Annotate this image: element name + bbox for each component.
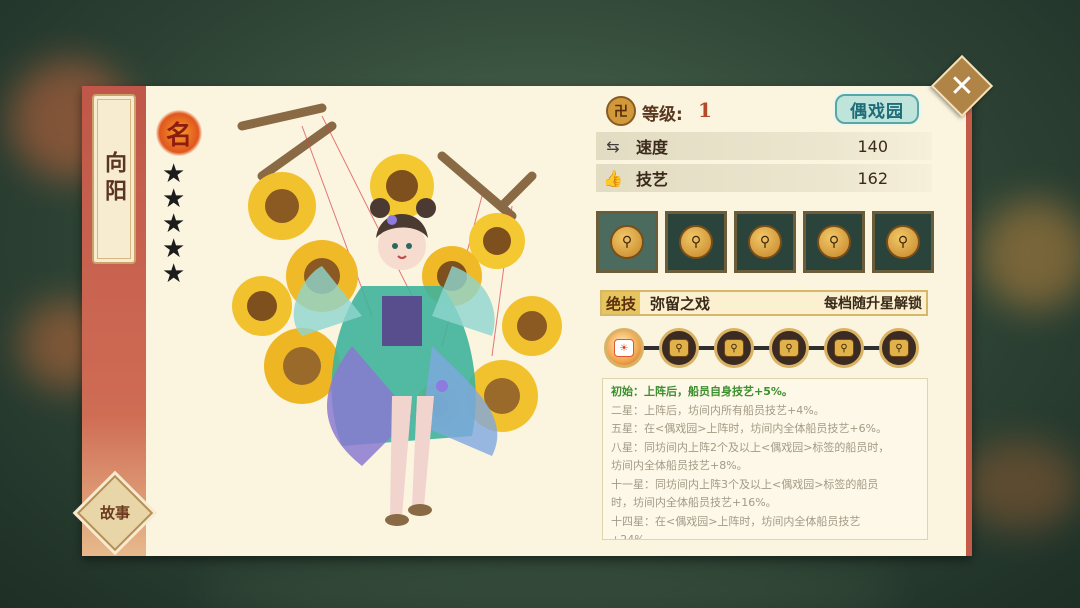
troupe-button[interactable]: 偶戏园 — [835, 94, 919, 124]
stat-value: 140 — [857, 136, 888, 156]
arrows-speed-icon: ⇆ — [606, 136, 620, 156]
skill-description-box: 初始：上阵后，船员自身技艺+5%。二星：上阵后，坊间内所有船员技艺+4%。五星：… — [602, 378, 928, 540]
description-line: 坊间内全体船员技艺+8%。 — [611, 459, 748, 472]
star-icon: ★ — [162, 259, 186, 289]
skill-slots: ⚲ ⚲ ⚲ ⚲ ⚲ — [596, 211, 936, 275]
skill-slot[interactable]: ⚲ — [665, 211, 727, 273]
star-upgrade-track: ☀ ⚲ ⚲ ⚲ ⚲ ⚲ — [604, 326, 924, 370]
description-line: +24%。 — [611, 533, 656, 540]
lock-icon: ⚲ — [748, 225, 782, 259]
stat-value: 162 — [857, 168, 888, 188]
ultimate-name: 弥留之戏 — [650, 294, 711, 313]
lock-icon: ⚲ — [779, 339, 799, 357]
description-line: 十四星：在<偶戏园>上阵时，坊间内全体船员技艺 — [611, 514, 861, 528]
story-button-label[interactable]: 故事 — [90, 488, 140, 538]
lock-icon: ⚲ — [610, 225, 644, 259]
stat-row-speed: ⇆ 速度 140 — [596, 132, 932, 160]
star-node[interactable]: ⚲ — [824, 328, 864, 368]
skill-slot[interactable]: ⚲ — [734, 211, 796, 273]
level-label: 等级: — [642, 105, 683, 125]
description-line: 初始：上阵后，船员自身技艺+5%。 — [611, 385, 793, 398]
star-rating: ★ ★ ★ ★ ★ — [162, 161, 192, 289]
star-node[interactable]: ⚲ — [714, 328, 754, 368]
character-illustration — [232, 103, 562, 526]
character-name: 向阳 — [101, 151, 127, 207]
right-rail — [966, 86, 972, 556]
description-line: 八星：同坊间内上阵2个及以上<偶戏园>标签的船员时， — [611, 440, 890, 454]
character-name-tag: 向阳 — [92, 94, 136, 264]
star-node[interactable]: ⚲ — [879, 328, 919, 368]
skill-slot[interactable]: ⚲ — [872, 211, 934, 273]
stat-label: 速度 — [636, 138, 669, 157]
lock-icon: ⚲ — [679, 225, 713, 259]
close-icon[interactable]: ✕ — [940, 64, 984, 108]
description-line: 二星：上阵后，坊间内所有船员技艺+4%。 — [611, 403, 825, 417]
skill-slot[interactable]: ⚲ — [596, 211, 658, 273]
level-icon: 卍 — [606, 96, 636, 126]
description-line: 五星：在<偶戏园>上阵时，坊间内全体船员技艺+6%。 — [611, 422, 888, 435]
description-line: 十一星：同坊间内上阵3个及以上<偶戏园>标签的船员 — [611, 477, 879, 491]
thumbs-up-icon: 👍 — [603, 168, 623, 188]
ultimate-skill-bar: 绝技 弥留之戏 每档随升星解锁 — [600, 290, 928, 316]
lock-icon: ⚲ — [724, 339, 744, 357]
unlocked-icon: ☀ — [614, 339, 634, 357]
star-node[interactable]: ⚲ — [659, 328, 699, 368]
star-node[interactable]: ⚲ — [769, 328, 809, 368]
star-node[interactable]: ☀ — [604, 328, 644, 368]
lock-icon: ⚲ — [889, 339, 909, 357]
background-blur — [980, 200, 1080, 310]
stat-row-skill: 👍 技艺 162 — [596, 164, 932, 192]
level-value: 1 — [698, 98, 712, 122]
skill-slot[interactable]: ⚲ — [803, 211, 865, 273]
ultimate-tag: 绝技 — [602, 292, 641, 314]
character-detail-panel: 向阳 故事 名 ★ ★ ★ ★ ★ 卍 等级: 1 偶戏园 ⇆ 速度 140 👍… — [76, 86, 972, 556]
lock-icon: ⚲ — [669, 339, 689, 357]
stat-label: 技艺 — [636, 170, 669, 189]
description-line: 时，坊间内全体船员技艺+16%。 — [611, 496, 777, 509]
lock-icon: ⚲ — [886, 225, 920, 259]
lock-icon: ⚲ — [834, 339, 854, 357]
background-blur — [960, 440, 1080, 530]
rarity-badge: 名 — [156, 110, 202, 156]
ultimate-note: 每档随升星解锁 — [824, 296, 922, 312]
lock-icon: ⚲ — [817, 225, 851, 259]
background-blur — [200, 560, 900, 608]
